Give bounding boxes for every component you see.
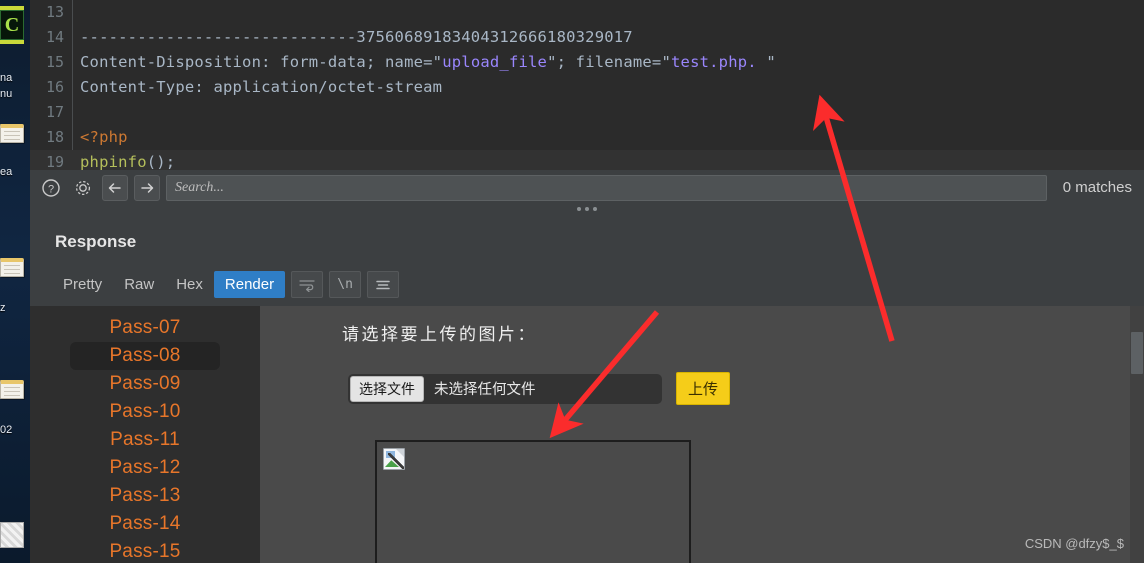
file-input-control[interactable]: 选择文件 未选择任何文件 bbox=[348, 373, 662, 404]
rendered-response: Pass-07 Pass-08 Pass-09 Pass-10 Pass-11 Pass-… bbox=[30, 306, 1144, 563]
upload-submit-button[interactable]: 上传 bbox=[676, 372, 731, 405]
line-number: 14 bbox=[45, 28, 64, 46]
desktop-icon-label-3: ea bbox=[0, 166, 13, 178]
desktop-icon-label-2: nu bbox=[0, 88, 13, 100]
desktop-icon-label-5: 02 bbox=[0, 424, 13, 436]
render-scrollbar-track[interactable] bbox=[1130, 306, 1144, 563]
match-count-label: 0 matches bbox=[1062, 179, 1132, 196]
desktop-icon-label-1: na bbox=[0, 72, 13, 84]
upload-prompt-label: 请选择要上传的图片： bbox=[342, 325, 537, 344]
desktop-icon-folder-2[interactable] bbox=[0, 258, 26, 277]
selected-file-label: 未选择任何文件 bbox=[434, 382, 536, 398]
desktop-icon-folder-1[interactable] bbox=[0, 124, 26, 143]
pass-nav-item[interactable]: Pass-13 bbox=[30, 482, 260, 510]
upload-page-content: 请选择要上传的图片： 选择文件 未选择任何文件 上传 bbox=[260, 306, 1144, 563]
code-line: 15 Content-Disposition: form-data; name="… bbox=[30, 50, 1144, 75]
line-number: 15 bbox=[45, 53, 64, 71]
pass-nav-item[interactable]: Pass-15 bbox=[30, 538, 260, 563]
screenshot-root: C na nu ea z 02 13 14 --------------------… bbox=[0, 0, 1144, 563]
word-wrap-icon[interactable] bbox=[291, 271, 324, 298]
pass-nav-item[interactable]: Pass-12 bbox=[30, 454, 260, 482]
folder-icon bbox=[0, 380, 24, 399]
desktop-icon-app[interactable]: C bbox=[0, 6, 26, 44]
pass-navigation-list: Pass-07 Pass-08 Pass-09 Pass-10 Pass-11 Pass-… bbox=[30, 306, 260, 563]
desktop-background: C na nu ea z 02 bbox=[0, 0, 30, 563]
terminal-icon: C bbox=[0, 10, 24, 40]
broken-image-icon bbox=[383, 448, 405, 470]
pass-nav-item[interactable]: Pass-07 bbox=[30, 314, 260, 342]
code-line-text: phpinfo(); bbox=[80, 153, 176, 170]
panel-splitter[interactable] bbox=[30, 200, 1144, 218]
pass-nav-item[interactable]: Pass-09 bbox=[30, 370, 260, 398]
response-title: Response bbox=[55, 232, 137, 251]
question-circle-icon[interactable]: ? bbox=[38, 175, 64, 201]
code-line-text: <?php bbox=[80, 128, 128, 146]
render-scrollbar-thumb[interactable] bbox=[1131, 332, 1143, 374]
arrow-right-icon[interactable] bbox=[134, 174, 160, 201]
pass-nav-item[interactable]: Pass-08 bbox=[70, 342, 220, 370]
folder-icon bbox=[0, 124, 24, 143]
folder-icon bbox=[0, 258, 24, 277]
line-number: 18 bbox=[45, 128, 64, 146]
line-number: 16 bbox=[45, 78, 64, 96]
watermark-label: CSDN @dfzy$_$ bbox=[1024, 536, 1124, 551]
gear-icon[interactable] bbox=[70, 175, 96, 201]
code-lines: 13 14 -----------------------------3756068… bbox=[30, 0, 1144, 170]
tab-raw[interactable]: Raw bbox=[113, 271, 165, 298]
hamburger-menu-icon[interactable] bbox=[367, 271, 400, 298]
code-line-text: Content-Disposition: form-data; name="up… bbox=[80, 53, 776, 71]
code-line: 13 bbox=[30, 0, 1144, 25]
line-number: 13 bbox=[45, 3, 64, 21]
image-preview-box bbox=[375, 440, 691, 563]
pass-nav-item[interactable]: Pass-14 bbox=[30, 510, 260, 538]
line-number: 17 bbox=[45, 103, 64, 121]
code-line: 16 Content-Type: application/octet-stream bbox=[30, 75, 1144, 100]
search-input[interactable] bbox=[166, 174, 1047, 201]
response-tab-bar: Pretty Raw Hex Render \n bbox=[52, 271, 400, 298]
choose-file-button[interactable]: 选择文件 bbox=[350, 375, 424, 402]
line-number: 19 bbox=[45, 153, 64, 170]
desktop-icon-folder-3[interactable] bbox=[0, 380, 26, 399]
desktop-icon-tile[interactable] bbox=[0, 522, 26, 548]
svg-text:?: ? bbox=[48, 183, 54, 195]
tab-pretty[interactable]: Pretty bbox=[52, 271, 113, 298]
code-line-text: -----------------------------37560689183… bbox=[80, 28, 633, 46]
request-code-editor[interactable]: 13 14 -----------------------------3756068… bbox=[30, 0, 1144, 170]
arrow-left-icon[interactable] bbox=[102, 174, 128, 201]
pass-nav-item[interactable]: Pass-11 bbox=[30, 426, 260, 454]
tab-hex[interactable]: Hex bbox=[165, 271, 214, 298]
tab-render[interactable]: Render bbox=[213, 271, 286, 298]
code-line: 18 <?php bbox=[30, 125, 1144, 150]
desktop-icon-label-4: z bbox=[0, 302, 6, 314]
code-line: 14 -----------------------------375606891… bbox=[30, 25, 1144, 50]
burp-window: 13 14 -----------------------------3756068… bbox=[30, 0, 1144, 563]
upload-form-row: 选择文件 未选择任何文件 上传 bbox=[348, 372, 731, 405]
pass-nav-item[interactable]: Pass-10 bbox=[30, 398, 260, 426]
code-line: 19 phpinfo(); bbox=[30, 150, 1144, 170]
newline-icon[interactable]: \n bbox=[329, 271, 362, 298]
image-tile-icon bbox=[0, 522, 24, 548]
app-icon-bottombar bbox=[0, 40, 24, 44]
code-line: 17 bbox=[30, 100, 1144, 125]
code-line-text: Content-Type: application/octet-stream bbox=[80, 78, 443, 96]
